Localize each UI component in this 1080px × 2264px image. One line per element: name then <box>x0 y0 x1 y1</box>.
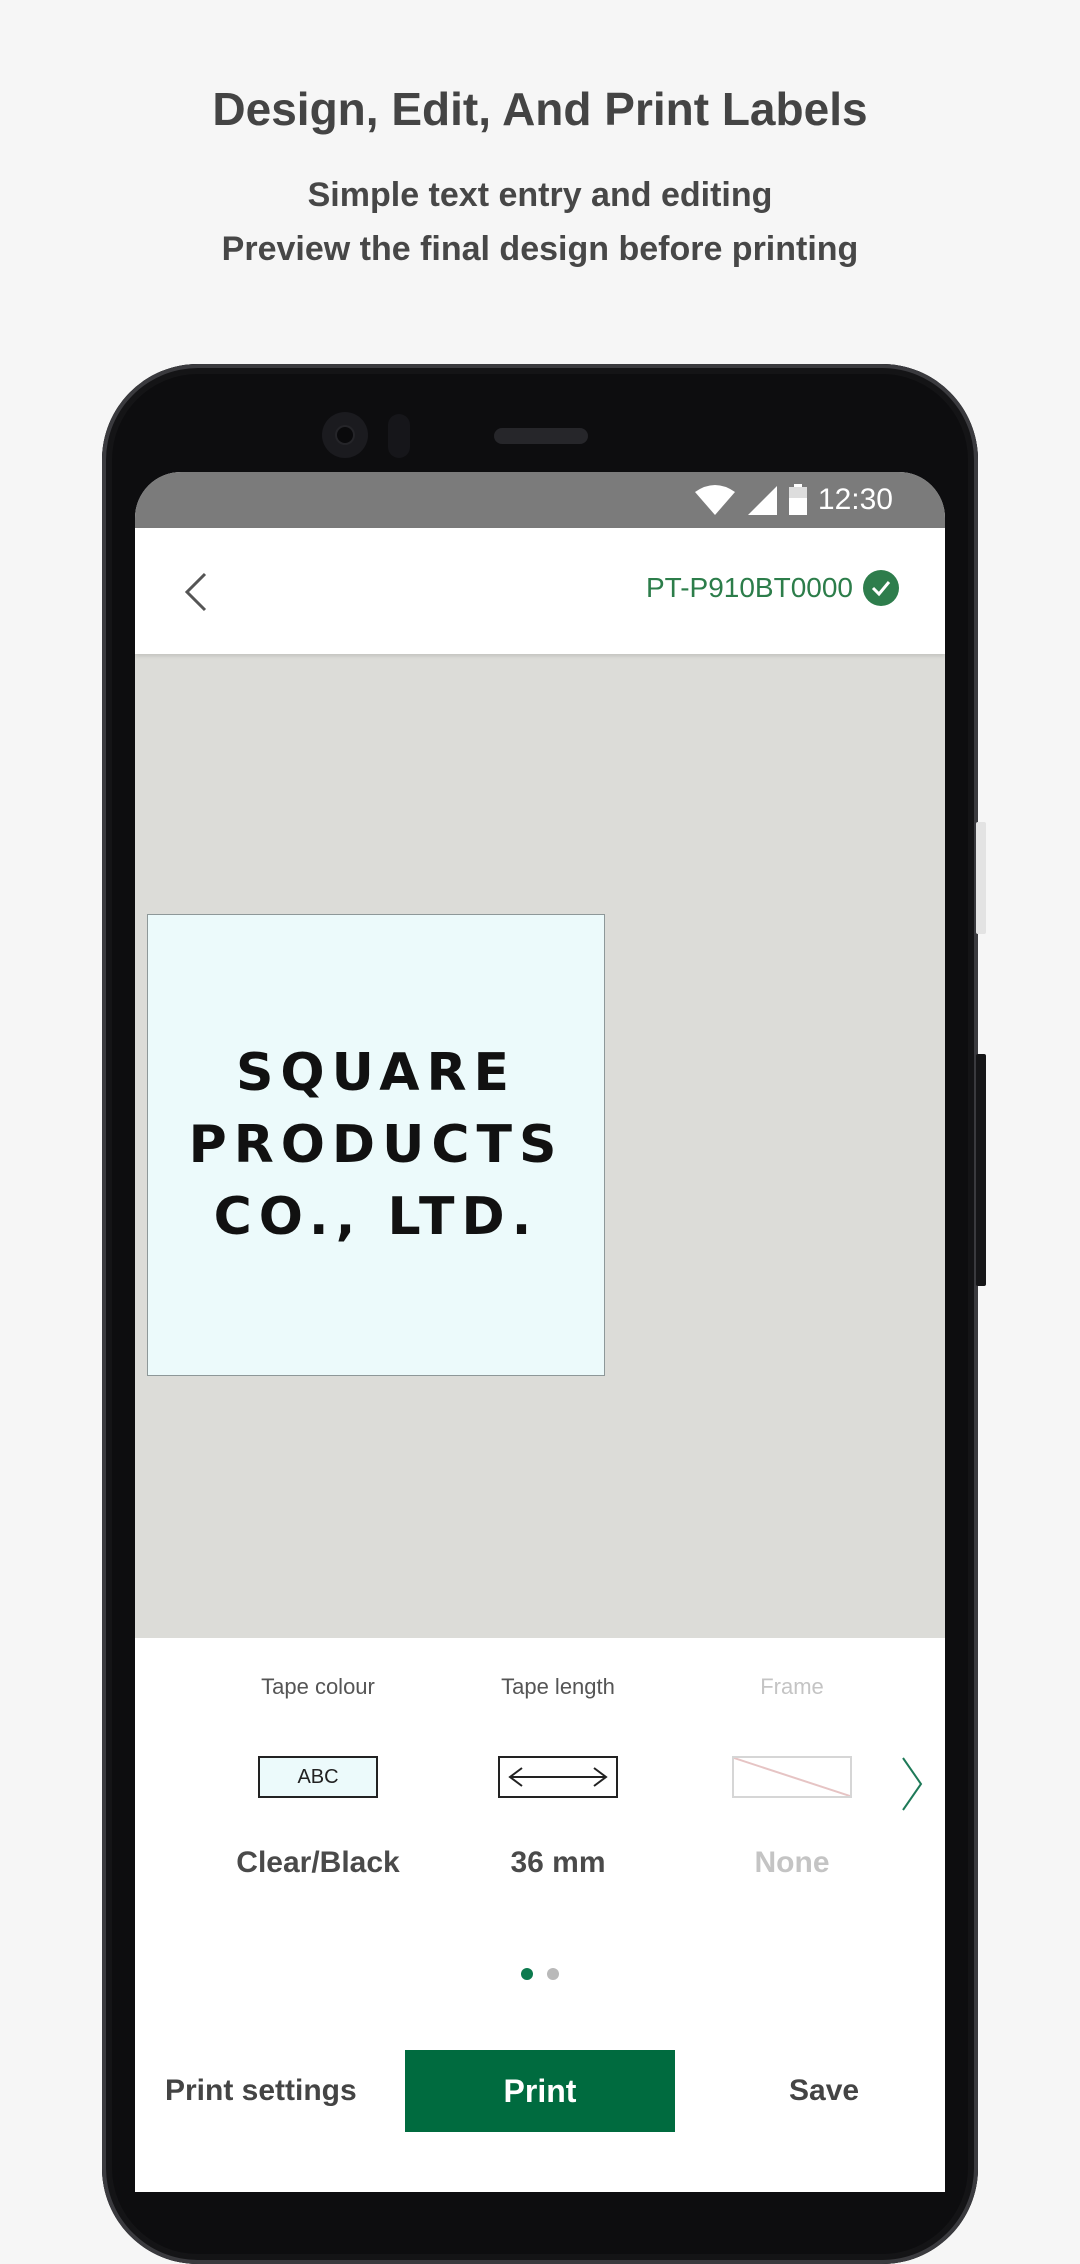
double-arrow-icon <box>498 1756 618 1798</box>
back-button[interactable] <box>175 568 223 616</box>
printer-selector[interactable]: PT-P910BT0000 <box>646 570 899 606</box>
subtitle-preview: Preview the final design before printing <box>221 230 859 268</box>
camera <box>322 412 368 458</box>
label-line: SQUARE <box>235 1043 517 1103</box>
speaker <box>494 428 588 444</box>
subtitle-text-entry: Simple text entry and editing <box>307 176 773 214</box>
chevron-left-icon <box>184 572 207 612</box>
no-frame-icon <box>732 1756 852 1798</box>
signal-icon <box>746 484 778 516</box>
print-settings-button[interactable]: Print settings <box>165 2050 357 2132</box>
options-panel: Tape colour ABC Clear/Black Tape length … <box>135 1638 945 2192</box>
page-dot[interactable] <box>547 1968 559 1980</box>
option-title: Tape colour <box>261 1674 375 1699</box>
battery-icon <box>788 484 808 516</box>
power-button <box>976 1054 986 1286</box>
headline: Design, Edit, And Print Labels <box>212 83 868 135</box>
label-line: PRODUCTS <box>188 1115 564 1175</box>
page-dot-active[interactable] <box>521 1968 533 1980</box>
app-bar: PT-P910BT0000 <box>135 528 945 654</box>
option-value: None <box>754 1846 830 1879</box>
print-button[interactable]: Print <box>405 2050 675 2132</box>
action-bar: Print settings Print Save <box>135 2050 945 2132</box>
next-options-button[interactable] <box>897 1756 927 1812</box>
save-button[interactable]: Save <box>789 2050 859 2132</box>
phone-screen: 12:30 PT-P910BT0000 SQUARE PRODUCTS CO.,… <box>135 472 945 2192</box>
page-indicator <box>135 1968 945 1980</box>
chevron-right-icon <box>902 1757 923 1811</box>
status-time: 12:30 <box>817 483 893 516</box>
volume-button <box>976 822 986 934</box>
printer-name: PT-P910BT0000 <box>645 572 853 603</box>
option-title: Tape length <box>501 1674 615 1699</box>
label-preview-canvas[interactable]: SQUARE PRODUCTS CO., LTD. <box>135 654 945 1639</box>
option-value: 36 mm <box>510 1846 606 1879</box>
option-value: Clear/Black <box>236 1846 400 1879</box>
tape-colour-swatch: ABC <box>258 1756 378 1798</box>
status-bar: 12:30 <box>135 472 945 528</box>
sensor <box>388 414 410 458</box>
label-line: CO., LTD. <box>213 1187 539 1247</box>
option-title: Frame <box>760 1674 824 1699</box>
check-circle-icon <box>863 570 899 606</box>
label-preview[interactable]: SQUARE PRODUCTS CO., LTD. <box>147 914 605 1376</box>
wifi-icon <box>694 484 736 516</box>
